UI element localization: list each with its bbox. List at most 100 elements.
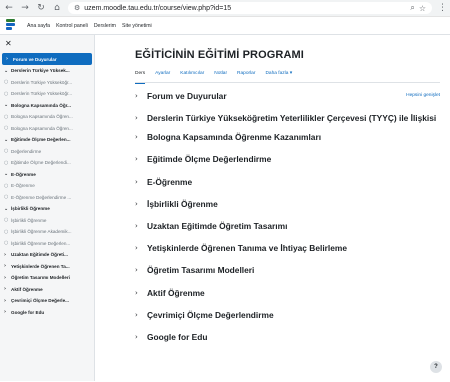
course-index-section[interactable]: ⌄ Bologna Kapsamında Öğr... [0,100,94,112]
section-title[interactable]: Öğretim Tasarımı Modelleri [147,265,254,275]
section-title[interactable]: Eğitimde Ölçme Değerlendirme [147,154,271,164]
course-index-activity[interactable]: ○ Değerlendirme [0,146,94,158]
course-section-header[interactable]: › Derslerin Türkiye Yükseköğretim Yeterli… [135,113,440,123]
section-title[interactable]: Google for Edu [147,332,207,342]
page-title: EĞİTİCİNİN EĞİTİMİ PROGRAMI [135,49,304,61]
course-index-label: Forum ve Duyurular [13,56,57,62]
browser-menu-icon[interactable]: ⋮ [438,3,447,13]
course-index-section[interactable]: ⌄ E-Öğrenme [0,169,94,181]
expand-all-link[interactable]: Hepsini genişlet [406,91,440,101]
bookmark-star-icon[interactable]: ☆ [419,4,426,13]
tab-participants[interactable]: Katılımcılar [180,71,204,83]
course-section-header[interactable]: › Aktif Öğrenme [135,288,440,298]
section-title[interactable]: Uzaktan Eğitimde Öğretim Tasarımı [147,221,287,231]
course-sections: › Forum ve Duyurular Hepsini genişlet › Ders… [135,91,440,342]
help-button[interactable]: ? [430,361,442,373]
course-index-activity[interactable]: ○ Bologna Kapsamında Öğren... [0,111,94,123]
completion-circle-icon: ○ [4,90,9,97]
course-index-section[interactable]: › Öğretim Tasarımı Modelleri [0,272,94,284]
nav-link-my-courses[interactable]: Derslerim [94,23,116,29]
section-title[interactable]: Bologna Kapsamında Öğrenme Kazanımları [147,132,321,142]
course-section-header[interactable]: › Yetişkinlerde Öğrenen Tanıma ve İhtiyaç… [135,243,440,253]
nav-link-dashboard[interactable]: Kontrol paneli [56,23,88,29]
completion-circle-icon: ○ [4,113,9,120]
completion-circle-icon: ○ [4,182,9,189]
section-title[interactable]: Forum ve Duyurular [147,91,227,101]
course-section-header[interactable]: › Eğitimde Ölçme Değerlendirme [135,154,440,164]
course-index-activity[interactable]: ○ E-Öğrenme Değerlendirme ... [0,192,94,204]
chevron-right-icon[interactable]: › [135,221,141,231]
tab-settings[interactable]: Ayarlar [155,71,170,83]
course-index-section[interactable]: › Çevrimiçi Ölçme Değerle... [0,295,94,307]
course-index-section[interactable]: › Yetişkinlerde Öğrenen Ta... [0,261,94,273]
section-title[interactable]: Yetişkinlerde Öğrenen Tanıma ve İhtiyaç … [147,243,347,253]
chevron-right-icon[interactable]: › [135,154,141,164]
tab-more[interactable]: Daha fazla ▾ [265,71,292,83]
zoom-icon[interactable]: ⌕ [410,3,414,13]
course-index-section[interactable]: ⌄ İşbirlikli Öğrenme [0,203,94,215]
course-section-header[interactable]: › Uzaktan Eğitimde Öğretim Tasarımı [135,221,440,231]
course-content: EĞİTİCİNİN EĞİTİMİ PROGRAMI Ders Ayarlar… [95,35,450,381]
course-section-header[interactable]: › Çevrimiçi Ölçme Değerlendirme [135,310,440,320]
course-index-activity[interactable]: ○ Eğitimde Ölçme Değerlendi... [0,157,94,169]
chevron-right-icon[interactable]: › [135,243,141,253]
chevron-right-icon[interactable]: › [135,288,141,298]
chevron-right-icon: › [4,251,7,258]
course-index-section[interactable]: ⌄ Eğitimde Ölçme Değerlen... [0,134,94,146]
forward-icon[interactable]: → [20,3,30,13]
nav-link-home[interactable]: Ana sayfa [27,23,50,29]
course-index-activity[interactable]: ○ İşbirlikli Öğrenme [0,215,94,227]
section-title[interactable]: İşbirlikli Öğrenme [147,199,218,209]
course-index-section[interactable]: ⌄ Derslerin Türkiye Yüksek... [0,65,94,77]
section-title[interactable]: E-Öğrenme [147,177,192,187]
course-section-header[interactable]: › Bologna Kapsamında Öğrenme Kazanımları [135,132,440,142]
back-icon[interactable]: ← [4,3,14,13]
chevron-right-icon[interactable]: › [135,265,141,275]
chevron-right-icon[interactable]: › [135,332,141,342]
tab-course[interactable]: Ders [135,71,146,84]
course-index-activity[interactable]: ○ İşbirlikli Öğrenme Değerlen... [0,238,94,250]
chevron-right-icon: › [4,286,7,293]
section-title[interactable]: Çevrimiçi Ölçme Değerlendirme [147,310,274,320]
completion-circle-icon: ○ [4,240,9,247]
course-index-label: E-Öğrenme [11,183,35,189]
site-info-icon[interactable]: ⚙ [74,4,80,12]
chevron-right-icon[interactable]: › [135,177,141,187]
course-index-label: Bologna Kapsamında Öğr... [11,102,71,108]
chevron-right-icon[interactable]: › [135,310,141,320]
course-index-label: Aktif Öğrenme [11,286,43,292]
tab-reports[interactable]: Raporlar [237,71,255,83]
chevron-right-icon[interactable]: › [135,113,141,123]
course-section-header[interactable]: › Öğretim Tasarımı Modelleri [135,265,440,275]
chevron-right-icon: › [4,297,7,304]
tab-grades[interactable]: Notlar [214,71,227,83]
course-index-label: Bologna Kapsamında Öğren... [11,114,73,120]
section-title[interactable]: Derslerin Türkiye Yükseköğretim Yeterlil… [147,113,436,123]
course-section-header[interactable]: › Forum ve Duyurular Hepsini genişlet [135,91,440,101]
course-index-section[interactable]: › Aktif Öğrenme [0,284,94,296]
course-index-label: Derslerin Türkiye Yüksek... [11,68,70,74]
course-index-activity[interactable]: ○ İşbirlikli Öğrenme Akademik... [0,226,94,238]
course-section-header[interactable]: › E-Öğrenme [135,177,440,187]
chevron-right-icon[interactable]: › [135,132,141,142]
site-logo[interactable] [6,18,15,33]
course-section-header[interactable]: › Google for Edu [135,332,440,342]
nav-link-site-admin[interactable]: Site yönetimi [122,23,152,29]
course-index-section[interactable]: › Uzaktan Eğitimde Öğreti... [0,249,94,261]
course-index-activity[interactable]: ○ E-Öğrenme [0,180,94,192]
course-index-activity[interactable]: ○ Bologna Kapsamında Öğren... [0,123,94,135]
chevron-right-icon[interactable]: › [135,91,141,101]
course-section-header[interactable]: › İşbirlikli Öğrenme [135,199,440,209]
course-index-label: İşbirlikli Öğrenme Değerlen... [11,240,71,246]
course-index-section[interactable]: › Forum ve Duyurular [2,53,92,65]
home-icon[interactable]: ⌂ [52,3,62,13]
course-index-activity[interactable]: ○ Derslerin Türkiye Yükseköğr... [0,77,94,89]
chevron-right-icon[interactable]: › [135,199,141,209]
course-index-section[interactable]: › Google for Edu [0,307,94,319]
section-title[interactable]: Aktif Öğrenme [147,288,205,298]
course-index-activity[interactable]: ○ Derslerin Türkiye Yükseköğr... [0,88,94,100]
address-bar[interactable]: ⚙ uzem.moodle.tau.edu.tr/course/view.php… [68,2,432,14]
close-drawer-icon[interactable]: ✕ [5,39,12,48]
reload-icon[interactable]: ↻ [36,3,46,13]
chevron-right-icon: › [4,263,7,270]
